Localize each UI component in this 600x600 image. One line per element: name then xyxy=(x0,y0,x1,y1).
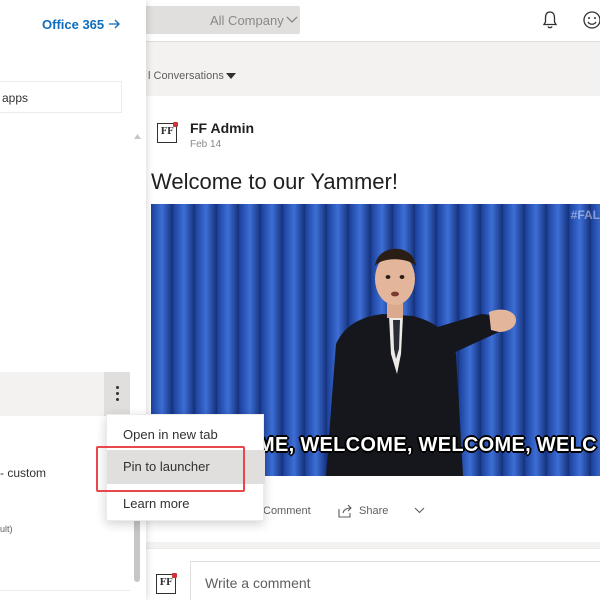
comment-button[interactable]: Comment xyxy=(242,504,311,519)
comment-label: Comment xyxy=(263,505,311,517)
apps-search-box[interactable]: apps xyxy=(0,81,122,113)
gif-caption: ME, WELCOME, WELCOME, WELC xyxy=(258,434,597,456)
gif-hashtag: #FAL xyxy=(570,208,600,222)
chevron-down-icon[interactable] xyxy=(414,507,425,514)
post-headline: Welcome to our Yammer! xyxy=(151,169,398,194)
divider xyxy=(0,590,130,591)
comment-input[interactable]: Write a comment xyxy=(190,561,600,600)
post-date[interactable]: Feb 14 xyxy=(190,139,221,150)
app-tile-custom-label[interactable]: - custom xyxy=(0,466,46,480)
more-icon-dot xyxy=(116,392,119,395)
chevron-down-icon xyxy=(286,16,298,23)
share-icon xyxy=(338,504,352,518)
scroll-up-icon[interactable] xyxy=(134,134,141,139)
smile-icon[interactable] xyxy=(582,10,600,30)
office-365-link[interactable]: Office 365 xyxy=(42,17,104,32)
caret-down-icon[interactable] xyxy=(226,73,236,79)
comment-composer: FF Write a comment xyxy=(146,548,600,600)
more-icon xyxy=(116,386,119,389)
comment-placeholder: Write a comment xyxy=(205,575,311,591)
menu-item-learn-more[interactable]: Learn more xyxy=(107,487,265,521)
author-avatar[interactable]: FF xyxy=(157,122,178,143)
user-avatar: FF xyxy=(156,573,177,594)
arrow-right-icon[interactable] xyxy=(107,17,121,31)
highlight-annotation xyxy=(96,446,245,492)
share-button[interactable]: Share xyxy=(338,504,389,518)
apps-label: apps xyxy=(2,91,29,105)
menu-item-label: Learn more xyxy=(123,496,190,511)
more-icon-dot xyxy=(116,398,119,401)
app-tile-default-label: ult) xyxy=(0,524,13,534)
more-options-button[interactable] xyxy=(104,372,130,416)
share-label: Share xyxy=(359,505,389,517)
company-selector[interactable]: All Company xyxy=(140,6,300,34)
bell-icon[interactable] xyxy=(541,10,559,30)
conversations-filter[interactable]: l Conversations xyxy=(148,70,224,82)
post-author[interactable]: FF Admin xyxy=(190,120,254,136)
menu-item-label: Open in new tab xyxy=(123,427,218,442)
company-selector-label: All Company xyxy=(210,13,284,28)
